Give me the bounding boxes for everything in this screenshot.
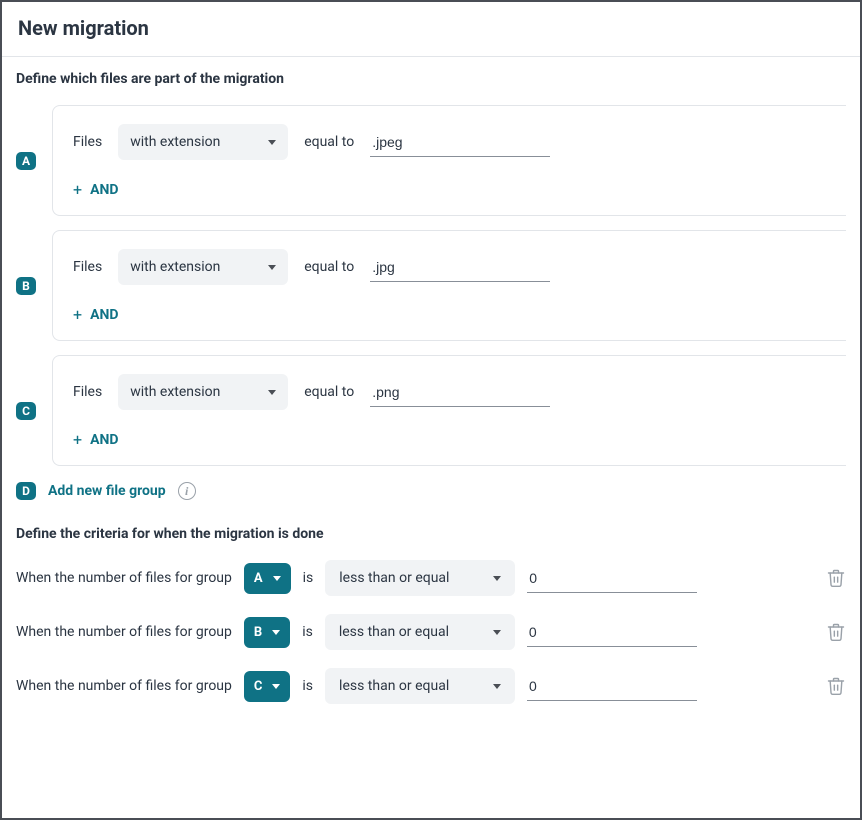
criteria-group-select[interactable]: C	[244, 671, 291, 702]
dialog-title: New migration	[18, 16, 844, 40]
criteria-group-select[interactable]: B	[244, 617, 290, 648]
filter-value-input[interactable]	[370, 378, 550, 407]
plus-icon: +	[73, 182, 82, 198]
chevron-down-icon	[273, 576, 281, 581]
and-label: AND	[90, 432, 118, 448]
chevron-down-icon	[493, 684, 501, 689]
threshold-input[interactable]	[527, 672, 697, 701]
equal-to-label: equal to	[304, 259, 354, 275]
select-value: with extension	[130, 384, 220, 400]
operator-select[interactable]: less than or equal	[325, 668, 515, 704]
add-file-group-button[interactable]: Add new file group	[48, 483, 166, 499]
chevron-down-icon	[268, 390, 276, 395]
group-letter-chip: D	[16, 482, 36, 500]
is-label: is	[303, 570, 314, 586]
operator-value: less than or equal	[339, 570, 449, 586]
chevron-down-icon	[493, 576, 501, 581]
group-select-value: B	[254, 625, 262, 640]
chevron-down-icon	[272, 630, 280, 635]
group-letter-chip: A	[16, 152, 36, 170]
group-letter-chip: B	[16, 277, 36, 295]
group-letter-chip: C	[16, 402, 36, 420]
and-button[interactable]: + AND	[73, 432, 118, 448]
group-select-value: C	[254, 679, 263, 694]
file-group-c: C Files with extension equal to + AND	[16, 355, 846, 466]
section-criteria-label: Define the criteria for when the migrati…	[16, 526, 846, 542]
chevron-down-icon	[268, 140, 276, 145]
is-label: is	[302, 678, 313, 694]
trash-icon[interactable]	[826, 621, 846, 643]
chevron-down-icon	[493, 630, 501, 635]
filter-type-select[interactable]: with extension	[118, 124, 288, 160]
select-value: with extension	[130, 134, 220, 150]
operator-value: less than or equal	[339, 678, 449, 694]
criteria-row: When the number of files for group C is …	[16, 668, 846, 704]
section-files-label: Define which files are part of the migra…	[16, 71, 846, 87]
chevron-down-icon	[272, 684, 280, 689]
info-icon[interactable]: i	[178, 482, 196, 500]
criteria-prefix: When the number of files for group	[16, 624, 232, 640]
file-group-b: B Files with extension equal to + AND	[16, 230, 846, 341]
chevron-down-icon	[268, 265, 276, 270]
is-label: is	[302, 624, 313, 640]
select-value: with extension	[130, 259, 220, 275]
filter-value-input[interactable]	[370, 128, 550, 157]
criteria-group-select[interactable]: A	[244, 563, 291, 594]
and-button[interactable]: + AND	[73, 307, 118, 323]
criteria-row: When the number of files for group A is …	[16, 560, 846, 596]
equal-to-label: equal to	[304, 384, 354, 400]
dialog-header: New migration	[2, 2, 860, 57]
threshold-input[interactable]	[527, 564, 697, 593]
operator-select[interactable]: less than or equal	[325, 560, 515, 596]
criteria-prefix: When the number of files for group	[16, 570, 232, 586]
criteria-row: When the number of files for group B is …	[16, 614, 846, 650]
group-select-value: A	[254, 571, 263, 586]
equal-to-label: equal to	[304, 134, 354, 150]
and-label: AND	[90, 307, 118, 323]
files-label: Files	[73, 259, 102, 275]
and-label: AND	[90, 182, 118, 198]
trash-icon[interactable]	[826, 675, 846, 697]
operator-value: less than or equal	[339, 624, 449, 640]
threshold-input[interactable]	[527, 618, 697, 647]
files-label: Files	[73, 134, 102, 150]
criteria-prefix: When the number of files for group	[16, 678, 232, 694]
files-label: Files	[73, 384, 102, 400]
filter-type-select[interactable]: with extension	[118, 374, 288, 410]
plus-icon: +	[73, 307, 82, 323]
filter-type-select[interactable]: with extension	[118, 249, 288, 285]
and-button[interactable]: + AND	[73, 182, 118, 198]
plus-icon: +	[73, 432, 82, 448]
operator-select[interactable]: less than or equal	[325, 614, 515, 650]
trash-icon[interactable]	[826, 567, 846, 589]
filter-value-input[interactable]	[370, 253, 550, 282]
file-group-a: A Files with extension equal to + AND	[16, 105, 846, 216]
